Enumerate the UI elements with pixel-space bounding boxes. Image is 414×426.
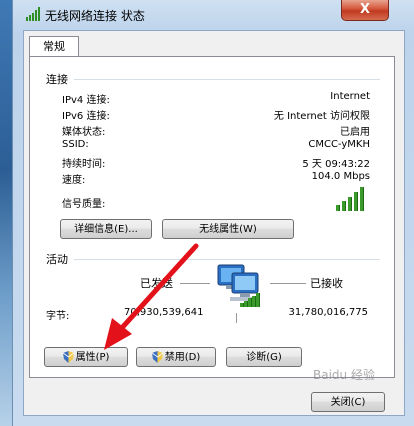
red-annotation-arrow — [104, 243, 199, 350]
